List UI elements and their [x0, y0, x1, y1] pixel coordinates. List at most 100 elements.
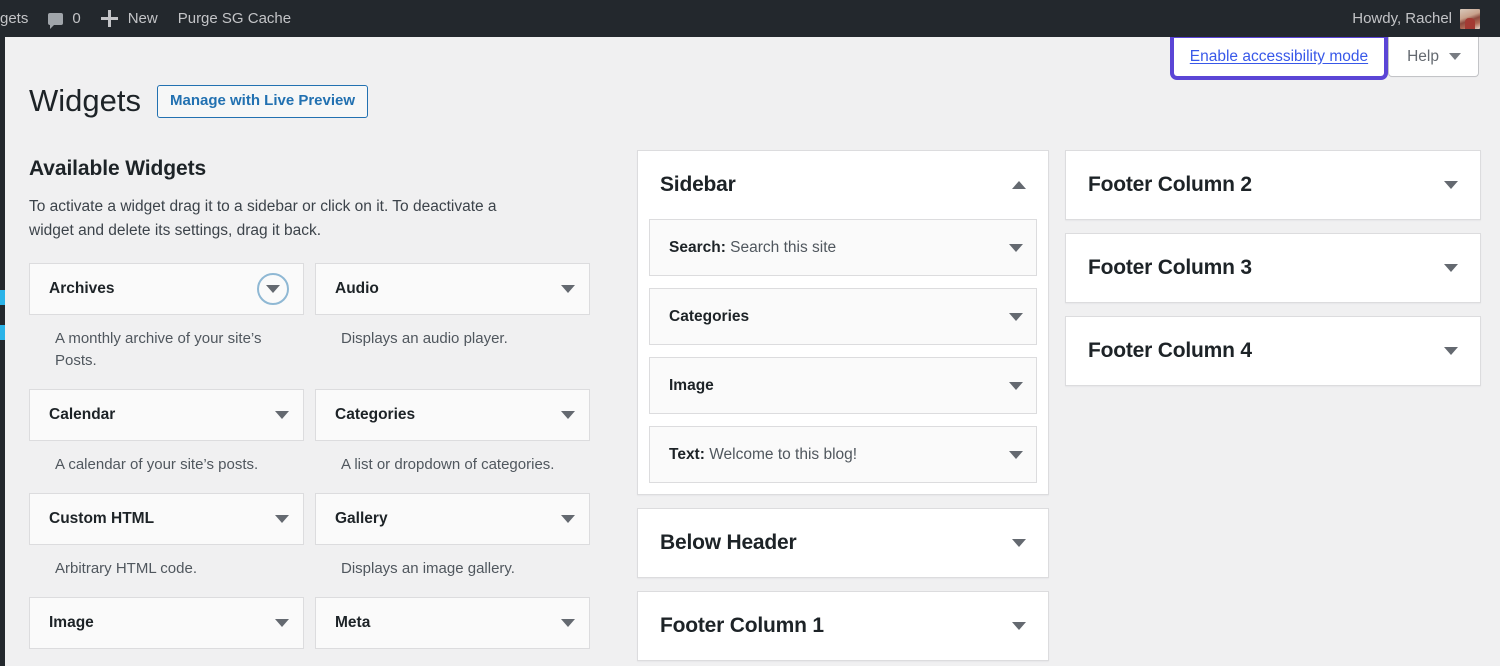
widget-card[interactable]: Calendar — [29, 389, 304, 442]
widget-description: Displays an image. — [29, 649, 304, 666]
widget-description: Arbitrary HTML code. — [55, 560, 197, 578]
chevron-down-icon[interactable] — [1009, 312, 1023, 321]
assigned-widget-title: Welcome to this blog! — [704, 445, 858, 463]
widget-description: A monthly archive of your site’s Posts. — [55, 329, 262, 370]
chevron-up-icon[interactable] — [1012, 181, 1026, 189]
sidebar-panel-title: Footer Column 2 — [1088, 173, 1252, 196]
sidebar-panel-header[interactable]: Footer Column 1 — [638, 592, 1048, 660]
assigned-widget[interactable]: Image — [649, 357, 1037, 414]
admin-bar-new-label: New — [127, 10, 158, 27]
widget-card[interactable]: Archives — [29, 262, 304, 315]
assigned-widget[interactable]: Text: Welcome to this blog! — [649, 426, 1037, 483]
sidebar-panel-header[interactable]: Below Header — [638, 509, 1048, 577]
sidebars-column-middle: Sidebar Search: Search this site Categorie… — [637, 150, 1049, 666]
chevron-down-icon[interactable] — [561, 619, 575, 628]
sidebar-panel-below-header: Below Header — [637, 508, 1049, 578]
available-widget-image: Image Displays an image. — [29, 597, 304, 666]
sidebar-panel-body: Search: Search this site Categories Image T… — [638, 219, 1048, 494]
assigned-widget-label: Categories — [669, 308, 749, 326]
chevron-down-icon[interactable] — [275, 411, 289, 420]
admin-bar-purge-sg-cache[interactable]: Purge SG Cache — [168, 0, 301, 37]
chevron-down-icon[interactable] — [266, 284, 280, 293]
assigned-widget[interactable]: Categories — [649, 288, 1037, 345]
available-widget-meta: Meta Login, RSS, & WordPress.org — [315, 597, 590, 666]
sidebar-panel-footer-column-4: Footer Column 4 — [1065, 316, 1481, 386]
admin-bar-purge-label: Purge SG Cache — [177, 10, 292, 27]
chevron-down-icon[interactable] — [561, 515, 575, 524]
available-widget-audio: Audio Displays an audio player. — [315, 262, 590, 389]
comment-bubble-icon — [48, 12, 64, 29]
sidebar-panel-title: Below Header — [660, 531, 797, 554]
widget-card[interactable]: Categories — [315, 389, 590, 442]
widget-card[interactable]: Custom HTML — [29, 493, 304, 546]
widget-description: Displays an audio player. — [341, 329, 508, 347]
assigned-widget-label: Search: Search this site — [669, 239, 836, 257]
admin-menu-strip[interactable] — [0, 37, 5, 666]
widget-description: A list or dropdown of categories. — [341, 456, 555, 474]
plus-icon — [100, 10, 118, 27]
page-header: Widgets Manage with Live Preview — [29, 82, 369, 121]
admin-bar-my-account[interactable]: Howdy, Rachel — [1342, 0, 1490, 37]
accessibility-mode-toggle[interactable]: Enable accessibility mode — [1169, 37, 1389, 80]
sidebar-panel-title: Footer Column 3 — [1088, 256, 1252, 279]
assigned-widget-type: Search: — [669, 238, 726, 256]
page-title: Widgets — [29, 83, 141, 118]
widget-toggle-focus-ring[interactable] — [257, 272, 289, 305]
screen-meta-links: Enable accessibility mode Help — [1169, 37, 1479, 80]
assigned-widget-type: Image — [669, 376, 714, 394]
sidebar-panel-sidebar: Sidebar Search: Search this site Categorie… — [637, 150, 1049, 495]
widget-name: Image — [49, 614, 94, 632]
chevron-down-icon[interactable] — [275, 515, 289, 524]
widget-card[interactable]: Audio — [315, 262, 590, 315]
assigned-widget-type: Categories — [669, 307, 750, 325]
widget-card[interactable]: Image — [29, 597, 304, 650]
sidebar-panel-header[interactable]: Footer Column 3 — [1066, 234, 1480, 302]
sidebar-panel-header[interactable]: Footer Column 4 — [1066, 317, 1480, 385]
chevron-down-icon[interactable] — [1444, 181, 1458, 189]
chevron-down-icon[interactable] — [1444, 347, 1458, 355]
widget-name: Archives — [49, 279, 115, 297]
avatar — [1460, 8, 1480, 29]
chevron-down-icon[interactable] — [1009, 450, 1023, 459]
sidebar-panel-title: Sidebar — [660, 173, 736, 196]
widget-description: A calendar of your site’s posts. — [55, 456, 259, 474]
widget-name: Calendar — [49, 406, 116, 424]
manage-with-live-preview-button[interactable]: Manage with Live Preview — [156, 84, 369, 119]
admin-bar-right: Howdy, Rachel — [1342, 0, 1500, 37]
available-widgets-column: Available Widgets To activate a widget d… — [29, 157, 615, 666]
widget-name: Audio — [335, 279, 379, 297]
available-widget-gallery: Gallery Displays an image gallery. — [315, 493, 590, 597]
widget-card[interactable]: Meta — [315, 597, 590, 650]
widget-card[interactable]: Gallery — [315, 493, 590, 546]
chevron-down-icon[interactable] — [1012, 539, 1026, 547]
available-widgets-heading: Available Widgets — [29, 157, 207, 180]
assigned-widget-label: Text: Welcome to this blog! — [669, 446, 857, 464]
admin-bar-site-name[interactable]: gets — [0, 0, 38, 37]
chevron-down-icon[interactable] — [1009, 243, 1023, 252]
chevron-down-icon[interactable] — [1012, 622, 1026, 630]
widget-name: Custom HTML — [49, 510, 155, 528]
assigned-widget[interactable]: Search: Search this site — [649, 219, 1037, 276]
help-tab-button[interactable]: Help — [1388, 37, 1479, 77]
chevron-down-icon[interactable] — [1009, 381, 1023, 390]
chevron-down-icon[interactable] — [561, 284, 575, 293]
help-label: Help — [1407, 47, 1439, 65]
admin-bar-comments[interactable]: 0 — [38, 0, 90, 37]
chevron-down-icon[interactable] — [275, 619, 289, 628]
widget-description: Login, RSS, & WordPress.org — [315, 649, 590, 666]
admin-bar-howdy: Howdy, Rachel — [1352, 10, 1452, 27]
enable-accessibility-mode-link[interactable]: Enable accessibility mode — [1190, 48, 1368, 66]
sidebar-panel-header[interactable]: Sidebar — [638, 151, 1048, 219]
admin-bar-comments-count: 0 — [72, 10, 81, 27]
admin-bar-new-content[interactable]: New — [91, 0, 168, 37]
available-widget-categories: Categories A list or dropdown of categori… — [315, 389, 590, 493]
chevron-down-icon[interactable] — [1444, 264, 1458, 272]
sidebar-panel-header[interactable]: Footer Column 2 — [1066, 151, 1480, 219]
sidebars-column-right: Footer Column 2 Footer Column 3 Footer Col… — [1065, 150, 1481, 399]
chevron-down-icon[interactable] — [561, 411, 575, 420]
available-widget-archives: Archives A monthly archive of your site’s… — [29, 262, 304, 389]
assigned-widget-label: Image — [669, 377, 714, 395]
available-widgets-description: To activate a widget drag it to a sideba… — [29, 198, 497, 240]
assigned-widget-type: Text: — [669, 445, 705, 463]
admin-menu-accent-2 — [0, 325, 5, 340]
